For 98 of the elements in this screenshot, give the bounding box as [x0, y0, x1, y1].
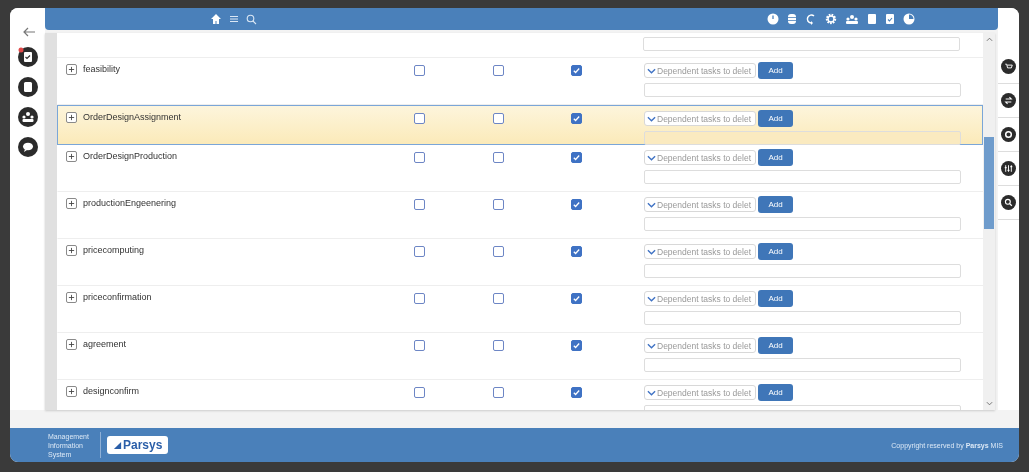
expand-button[interactable]: [66, 112, 77, 123]
add-button[interactable]: Add: [758, 196, 793, 213]
document-icon[interactable]: [17, 77, 38, 97]
checkbox[interactable]: [414, 340, 425, 351]
task-name: OrderDesignAssignment: [83, 112, 182, 123]
expand-button[interactable]: [66, 151, 77, 162]
expand-button[interactable]: [66, 292, 77, 303]
checkbox[interactable]: [414, 65, 425, 76]
task-name: OrderDesignProduction: [83, 151, 178, 162]
task-row[interactable]: agreement Dependent tasks to delet Add: [57, 333, 983, 380]
dependents-field[interactable]: [644, 217, 961, 231]
chevron-down-icon[interactable]: [647, 201, 656, 208]
dependents-field[interactable]: [643, 37, 960, 51]
dependents-dropdown[interactable]: Dependent tasks to delet: [644, 338, 756, 353]
checkbox[interactable]: [493, 387, 504, 398]
task-row[interactable]: designconfirm Dependent tasks to delet Add: [57, 380, 983, 410]
add-button[interactable]: Add: [758, 290, 793, 307]
people-icon[interactable]: [17, 107, 38, 127]
home-icon[interactable]: [210, 13, 222, 25]
task-row[interactable]: pricecomputing Dependent tasks to delet Add: [57, 239, 983, 286]
dependents-field[interactable]: [644, 131, 961, 145]
dependents-dropdown[interactable]: Dependent tasks to delet: [644, 63, 756, 78]
rotate-arrow-icon[interactable]: [805, 13, 817, 25]
task-check-icon[interactable]: [17, 47, 38, 67]
dependents-dropdown[interactable]: Dependent tasks to delet: [644, 150, 756, 165]
chevron-down-icon[interactable]: [647, 389, 656, 396]
chevron-down-icon[interactable]: [647, 154, 656, 161]
checkbox[interactable]: [493, 152, 504, 163]
expand-button[interactable]: [66, 245, 77, 256]
dependents-field[interactable]: [644, 264, 961, 278]
power-icon[interactable]: [767, 13, 779, 25]
add-button[interactable]: Add: [758, 110, 793, 127]
dependents-dropdown[interactable]: Dependent tasks to delet: [644, 111, 756, 126]
search-icon[interactable]: [246, 13, 257, 25]
expand-button[interactable]: [66, 198, 77, 209]
checkbox[interactable]: [571, 152, 582, 163]
checkbox[interactable]: [414, 246, 425, 257]
checkbox[interactable]: [571, 65, 582, 76]
task-name: priceconfirmation: [83, 292, 152, 303]
checkbox[interactable]: [493, 65, 504, 76]
expand-button[interactable]: [66, 386, 77, 397]
expand-button[interactable]: [66, 339, 77, 350]
dependents-dropdown[interactable]: Dependent tasks to delet: [644, 291, 756, 306]
checkbox[interactable]: [493, 199, 504, 210]
task-name: designconfirm: [83, 386, 140, 397]
checkbox[interactable]: [414, 152, 425, 163]
checkbox[interactable]: [571, 246, 582, 257]
dependents-field[interactable]: [644, 311, 961, 325]
task-name: agreement: [83, 339, 127, 350]
dependents-dropdown[interactable]: Dependent tasks to delet: [644, 197, 756, 212]
expand-button[interactable]: [66, 64, 77, 75]
menu-icon[interactable]: [229, 14, 239, 24]
checkbox[interactable]: [414, 387, 425, 398]
chevron-down-icon[interactable]: [647, 295, 656, 302]
checkbox[interactable]: [571, 199, 582, 210]
scroll-down-icon[interactable]: [985, 401, 993, 406]
database-icon[interactable]: [787, 13, 797, 25]
checkbox[interactable]: [493, 293, 504, 304]
add-button[interactable]: Add: [758, 149, 793, 166]
dependents-field[interactable]: [644, 358, 961, 372]
scrollbar[interactable]: [983, 33, 995, 410]
back-arrow-icon[interactable]: [21, 27, 36, 37]
task-row[interactable]: productionEngeenering Dependent tasks to delet Add: [57, 192, 983, 239]
checkbox[interactable]: [414, 113, 425, 124]
checkbox[interactable]: [571, 113, 582, 124]
add-button[interactable]: Add: [758, 62, 793, 79]
task-name: productionEngeenering: [83, 198, 177, 209]
chat-icon[interactable]: [17, 137, 38, 157]
checkbox[interactable]: [414, 199, 425, 210]
checkbox[interactable]: [493, 246, 504, 257]
chevron-down-icon[interactable]: [647, 115, 656, 122]
chevron-down-icon[interactable]: [647, 67, 656, 74]
add-button[interactable]: Add: [758, 384, 793, 401]
add-button[interactable]: Add: [758, 243, 793, 260]
scroll-up-icon[interactable]: [985, 37, 993, 42]
chevron-down-icon[interactable]: [647, 248, 656, 255]
dependents-field[interactable]: [644, 170, 961, 184]
task-row[interactable]: OrderDesignProduction Dependent tasks to delet Add: [57, 145, 983, 192]
settings-icon[interactable]: [825, 13, 837, 25]
checkbox[interactable]: [414, 293, 425, 304]
checkbox[interactable]: [571, 293, 582, 304]
scroll-thumb[interactable]: [984, 137, 994, 229]
task-row[interactable]: OrderDesignAssignment Dependent tasks to delet Add: [57, 105, 983, 145]
checkbox[interactable]: [571, 340, 582, 351]
pie-chart-icon[interactable]: [903, 13, 915, 25]
dependents-field[interactable]: [644, 83, 961, 97]
dependents-dropdown[interactable]: Dependent tasks to delet: [644, 244, 756, 259]
task-check-icon[interactable]: [885, 13, 895, 25]
checkbox[interactable]: [571, 387, 582, 398]
checkbox[interactable]: [493, 340, 504, 351]
dependents-dropdown[interactable]: Dependent tasks to delet: [644, 385, 756, 400]
add-button[interactable]: Add: [758, 337, 793, 354]
task-row[interactable]: priceconfirmation Dependent tasks to delet Add: [57, 286, 983, 333]
chevron-down-icon[interactable]: [647, 342, 656, 349]
logo: Parsys: [107, 436, 169, 454]
checkbox[interactable]: [493, 113, 504, 124]
task-name: pricecomputing: [83, 245, 145, 256]
task-name: feasibility: [83, 64, 120, 75]
